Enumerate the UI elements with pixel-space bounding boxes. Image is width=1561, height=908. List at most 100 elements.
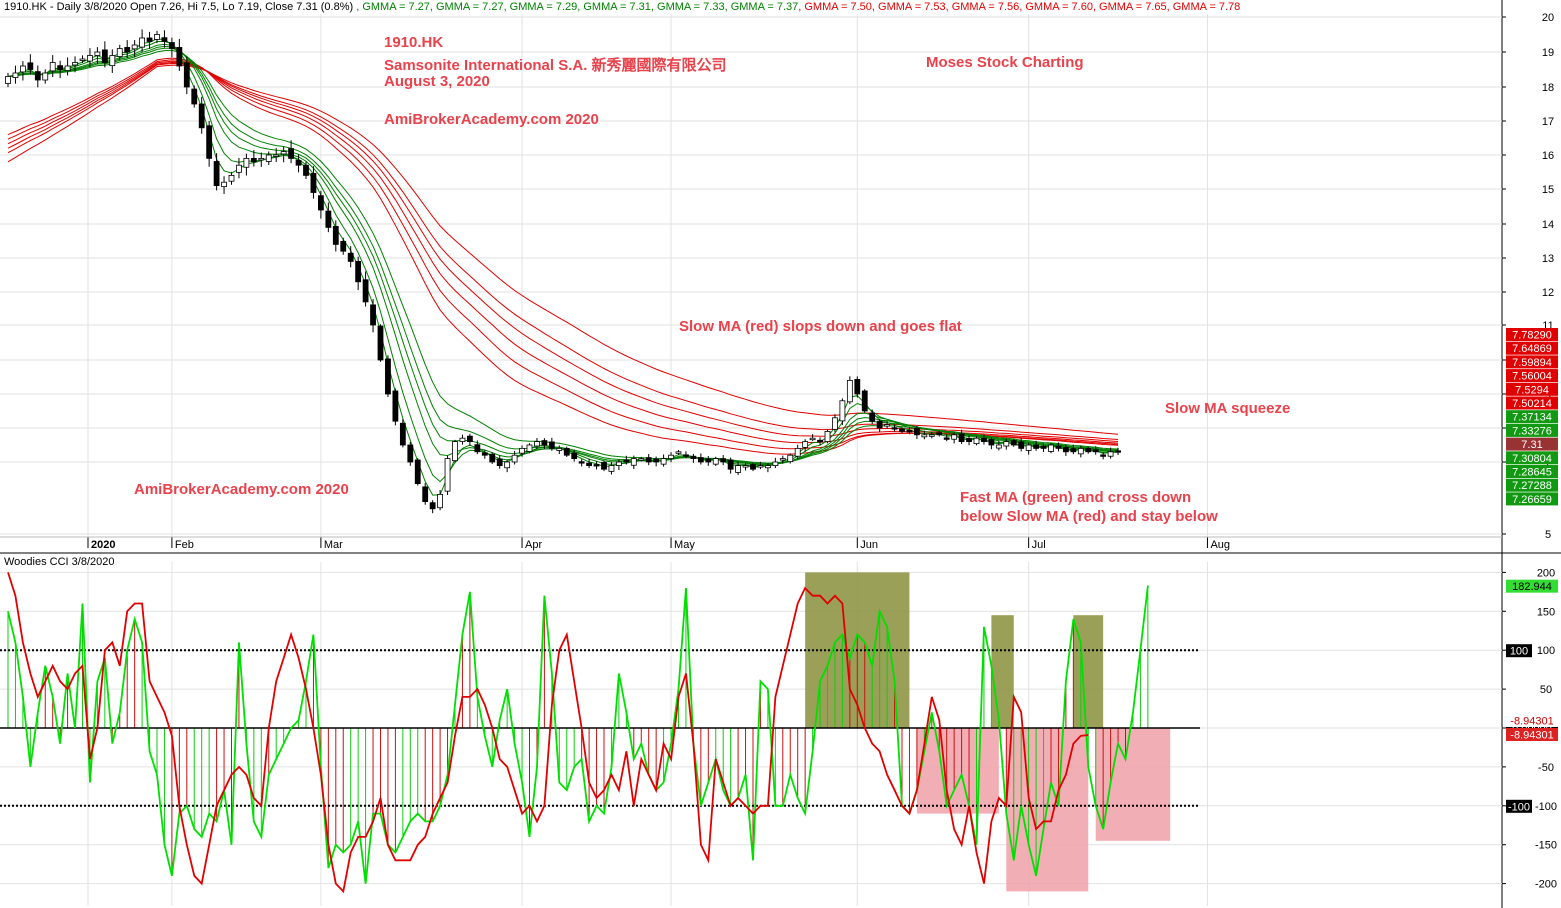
candle-body <box>87 55 93 62</box>
annotation-site-bottom: AmiBrokerAcademy.com 2020 <box>134 481 349 498</box>
candle-body <box>705 458 712 463</box>
gmma-value-11: , GMMA = 7.78 <box>1166 1 1241 13</box>
candle-body <box>206 125 213 159</box>
candle-body <box>414 459 421 484</box>
price-label-text: 7.5294 <box>1515 384 1549 396</box>
candle-body <box>787 454 794 463</box>
candle-body <box>1010 440 1017 446</box>
candle-body <box>1070 448 1077 453</box>
candle-body <box>489 453 496 463</box>
candle-body <box>474 444 481 453</box>
candle-body <box>504 461 511 469</box>
candle-body <box>12 72 19 78</box>
candle-body <box>392 390 399 422</box>
price-tick-label: 14 <box>1542 219 1554 231</box>
price-tick-label: 13 <box>1542 253 1554 265</box>
candle-body <box>1048 444 1054 452</box>
candle-body <box>288 148 295 159</box>
chart-canvas[interactable]: 578910111213141516171819202020FebMarAprM… <box>0 0 1561 908</box>
candle-body <box>556 447 563 451</box>
candle-body <box>265 154 272 162</box>
candle-body <box>1003 441 1010 447</box>
candle-body <box>824 430 831 442</box>
gmma-value-9: , GMMA = 7.60 <box>1019 1 1093 13</box>
gmma-value-8: , GMMA = 7.56 <box>945 1 1020 13</box>
annotation-moses: Moses Stock Charting <box>926 54 1084 71</box>
gmma-value-6: , GMMA = 7.50 <box>798 1 872 13</box>
candle-body <box>1077 447 1084 455</box>
candle-body <box>839 400 846 422</box>
candle-body <box>101 49 108 63</box>
candle-body <box>735 465 741 473</box>
price-label-text: 7.37134 <box>1512 412 1552 424</box>
candle-body <box>295 160 302 166</box>
candle-body <box>623 459 630 463</box>
price-label-text: 7.78290 <box>1512 330 1552 342</box>
candle-body <box>846 379 853 403</box>
candle-body <box>109 55 116 67</box>
candle-body <box>995 444 1002 449</box>
annotation-company: Samsonite International S.A. 新秀麗國際有限公司 <box>384 57 727 74</box>
candle-body <box>310 172 317 193</box>
candle-body <box>928 434 935 437</box>
price-label-text: 7.50214 <box>1512 398 1552 410</box>
candle-body <box>355 260 362 283</box>
candle-body <box>578 461 585 464</box>
cci-value-text: -8.94301 <box>1510 730 1553 742</box>
candle-body <box>79 58 86 61</box>
candle-body <box>720 458 727 463</box>
candle-body <box>228 174 235 182</box>
month-label: Feb <box>175 539 194 551</box>
candle-body <box>437 493 444 509</box>
candle-body <box>422 486 429 502</box>
candle-body <box>854 378 861 395</box>
candle-body <box>191 88 198 105</box>
candle-body <box>1063 446 1069 453</box>
candle-body <box>452 441 458 462</box>
candle-body <box>616 461 622 466</box>
candle-body <box>690 455 697 460</box>
annotation-site-top: AmiBrokerAcademy.com 2020 <box>384 111 599 128</box>
header-symbol-line: 1910.HK - Daily 3/8/2020 Open 7.26, Hi 7… <box>4 1 354 13</box>
price-tick-label: 12 <box>1542 287 1554 299</box>
annotation-date: August 3, 2020 <box>384 73 490 90</box>
cci-tick-label: 100 <box>1537 645 1555 657</box>
candle-body <box>131 44 138 50</box>
cci-highlight-box <box>991 615 1014 728</box>
candle-body <box>146 37 153 42</box>
candle-body <box>385 358 391 395</box>
candle-body <box>221 181 227 188</box>
candle-body <box>981 437 987 443</box>
candle-body <box>1107 451 1114 457</box>
price-labels-right: 7.782907.64869 7.59894 7.560047.5294 7.5021… <box>1506 328 1558 506</box>
gmma-value-0: , GMMA = 7.27 <box>356 1 430 13</box>
annotation-fast-ma-2: below Slow MA (red) and stay below <box>960 508 1218 525</box>
price-tick-label: 5 <box>1545 529 1551 541</box>
candle-body <box>884 424 890 427</box>
candle-body <box>899 428 905 432</box>
candle-body <box>236 164 242 173</box>
candle-body <box>317 195 324 211</box>
price-tick-label: 18 <box>1542 82 1554 94</box>
candle-body <box>34 71 41 81</box>
candle-body <box>57 65 64 70</box>
candle-body <box>511 454 518 463</box>
candle-body <box>116 48 123 57</box>
cci-highlight-box <box>1095 728 1171 841</box>
candle-body <box>914 427 920 436</box>
cci-tick-label: -200 <box>1535 879 1557 891</box>
candle-body <box>936 432 943 436</box>
cci-tick-label: 200 <box>1537 567 1555 579</box>
gmma-value-4: , GMMA = 7.33 <box>650 1 725 13</box>
candle-body <box>19 65 26 73</box>
candle-body <box>966 438 972 443</box>
candle-body <box>280 151 287 155</box>
month-label: Jun <box>860 539 878 551</box>
candle-body <box>444 458 451 492</box>
cci-tick-label: -50 <box>1538 762 1554 774</box>
candle-body <box>593 464 600 467</box>
candle-body <box>64 65 71 71</box>
candle-body <box>124 47 131 53</box>
candle-body <box>183 62 190 88</box>
candle-body <box>563 447 570 456</box>
